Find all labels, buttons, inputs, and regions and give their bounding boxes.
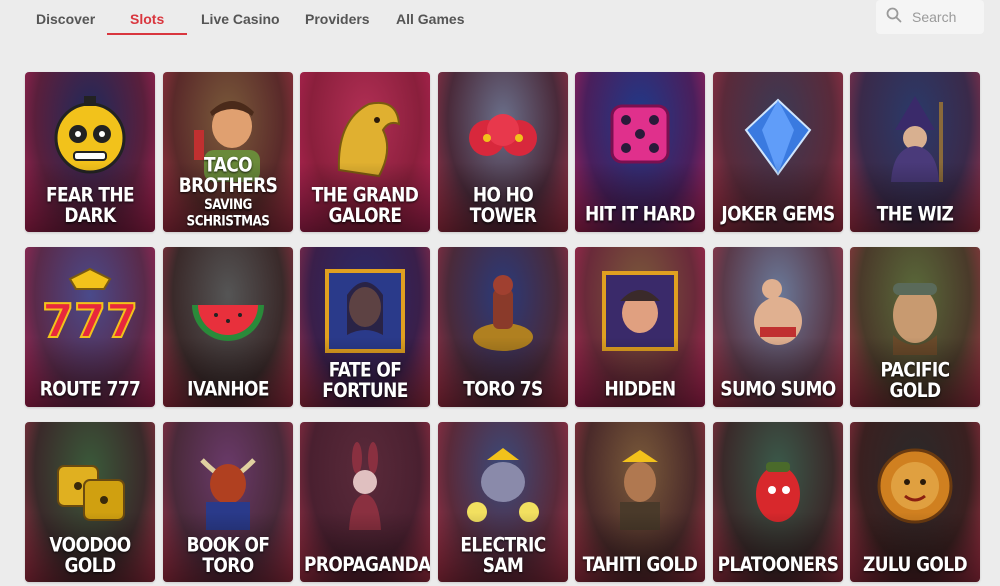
game-title: BOOK OF TORO	[167, 535, 289, 576]
game-tile[interactable]: THE WIZ	[850, 72, 980, 232]
game-title-text: BOOK OF TORO	[186, 534, 270, 578]
game-tile[interactable]: IVANHOE	[163, 247, 293, 407]
game-title: FATE OF FORTUNE	[304, 360, 426, 401]
game-grid: FEAR THE DARK TACO BROTHERS SAVING SCHRIST…	[0, 0, 1000, 586]
game-title-text: TAHITI GOLD	[582, 553, 698, 577]
game-tile[interactable]: JOKER GEMS	[713, 72, 843, 232]
game-tile[interactable]: SUMO SUMO	[713, 247, 843, 407]
game-title-text: PLATOONERS	[717, 553, 839, 577]
game-title-text: IVANHOE	[187, 378, 269, 402]
game-subtitle-text: GALORE	[328, 204, 403, 228]
game-title-text: THE GRAND	[311, 184, 419, 208]
game-title: TORO 7S	[442, 380, 564, 401]
game-title-text: THE WIZ	[876, 203, 954, 227]
game-title-text: JOKER GEMS	[721, 203, 835, 227]
game-tile[interactable]: HIT IT HARD	[575, 72, 705, 232]
game-title: PACIFIC GOLD	[854, 360, 976, 401]
game-tile[interactable]: FATE OF FORTUNE	[300, 247, 430, 407]
game-title: HO HO TOWER	[442, 185, 564, 226]
game-tile[interactable]: 777 ROUTE 777	[25, 247, 155, 407]
game-title-text: VOODOO GOLD	[49, 534, 131, 578]
game-title: ELECTRIC SAM	[442, 535, 564, 576]
game-title: ZULU GOLD	[854, 555, 976, 576]
game-title-text: FATE OF FORTUNE	[322, 359, 408, 403]
game-title: SUMO SUMO	[717, 380, 839, 401]
game-title: VOODOO GOLD	[29, 535, 151, 576]
game-tile[interactable]: TORO 7S	[438, 247, 568, 407]
game-tile[interactable]: PLATOONERS	[713, 422, 843, 582]
game-title: ROUTE 777	[29, 380, 151, 401]
game-title-text: PACIFIC GOLD	[880, 359, 950, 403]
game-title-text: ZULU GOLD	[862, 553, 968, 577]
game-title-text: HIT IT HARD	[585, 203, 696, 227]
game-title: TACO BROTHERS SAVING SCHRISTMAS	[167, 155, 289, 229]
game-title: PLATOONERS	[717, 555, 839, 576]
game-subtitle-text: SAVING SCHRISTMAS	[186, 196, 270, 229]
game-tile[interactable]: PROPAGANDA	[300, 422, 430, 582]
game-title: PROPAGANDA	[304, 555, 430, 576]
game-tile[interactable]: THE GRAND GALORE	[300, 72, 430, 232]
game-tile[interactable]: BOOK OF TORO	[163, 422, 293, 582]
game-title: THE WIZ	[854, 205, 976, 226]
game-title: TAHITI GOLD	[579, 555, 701, 576]
game-tile[interactable]: HO HO TOWER	[438, 72, 568, 232]
game-tile[interactable]: PACIFIC GOLD	[850, 247, 980, 407]
game-title-text: ELECTRIC SAM	[460, 534, 546, 578]
game-title: THE GRAND GALORE	[304, 185, 426, 226]
game-title-text: TORO 7S	[463, 378, 543, 402]
game-tile[interactable]: FEAR THE DARK	[25, 72, 155, 232]
game-title: JOKER GEMS	[717, 205, 839, 226]
game-tile[interactable]: VOODOO GOLD	[25, 422, 155, 582]
game-title-text: TACO BROTHERS	[178, 154, 278, 198]
game-tile[interactable]: ELECTRIC SAM	[438, 422, 568, 582]
game-title: IVANHOE	[167, 380, 289, 401]
game-title: HIDDEN	[579, 380, 701, 401]
game-tile[interactable]: HIDDEN	[575, 247, 705, 407]
game-tile[interactable]: TAHITI GOLD	[575, 422, 705, 582]
game-title-text: SUMO SUMO	[720, 378, 836, 402]
game-title-text: HO HO TOWER	[469, 184, 537, 228]
game-tile[interactable]: ZULU GOLD	[850, 422, 980, 582]
game-title: HIT IT HARD	[579, 205, 701, 226]
game-title-text: HIDDEN	[604, 378, 676, 402]
game-tile[interactable]: TACO BROTHERS SAVING SCHRISTMAS	[163, 72, 293, 232]
game-title: FEAR THE DARK	[29, 185, 151, 226]
game-title-text: FEAR THE DARK	[45, 184, 135, 228]
game-title-text: ROUTE 777	[39, 378, 141, 402]
game-title-text: PROPAGANDA	[304, 553, 430, 577]
